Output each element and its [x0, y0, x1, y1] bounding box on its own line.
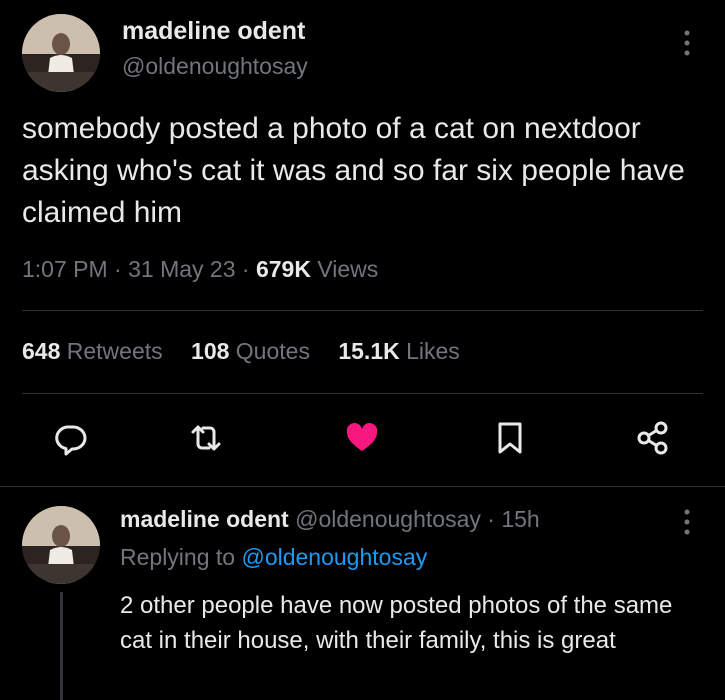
- retweets-count: 648: [22, 338, 61, 364]
- replying-to-label: Replying to: [120, 544, 236, 570]
- thread-line: [60, 592, 63, 700]
- reply-age[interactable]: 15h: [501, 506, 539, 532]
- quotes-count: 108: [191, 338, 230, 364]
- quotes-stat[interactable]: 108 Quotes: [191, 338, 310, 364]
- more-vertical-icon[interactable]: [680, 28, 694, 58]
- reply-button[interactable]: [52, 420, 88, 456]
- quotes-label: Quotes: [235, 338, 310, 364]
- divider: [22, 393, 703, 394]
- more-vertical-icon[interactable]: [680, 508, 694, 536]
- reply-author-name[interactable]: madeline odent: [120, 506, 289, 532]
- divider: [0, 486, 725, 487]
- views-count: 679K: [255, 256, 311, 282]
- avatar-image: [22, 506, 100, 584]
- reply-author-handle[interactable]: @oldenoughtosay: [295, 506, 481, 532]
- likes-label: Likes: [406, 338, 460, 364]
- likes-count: 15.1K: [338, 338, 400, 364]
- tweet-stats: 648 Retweets 108 Quotes 15.1K Likes: [22, 338, 482, 365]
- views-label: Views: [317, 256, 379, 282]
- reply-header: madeline odent @oldenoughtosay · 15h: [120, 506, 540, 533]
- bookmark-icon: [498, 422, 522, 454]
- author-handle[interactable]: @oldenoughtosay: [122, 53, 308, 80]
- retweet-button[interactable]: [188, 420, 224, 456]
- avatar-image: [22, 14, 100, 92]
- share-icon: [637, 421, 668, 455]
- reply-separator: ·: [487, 506, 495, 532]
- likes-stat[interactable]: 15.1K Likes: [338, 338, 459, 364]
- retweet-icon: [191, 425, 221, 451]
- meta-separator: ·: [114, 256, 122, 282]
- share-button[interactable]: [634, 420, 670, 456]
- like-button[interactable]: [344, 420, 380, 456]
- retweets-stat[interactable]: 648 Retweets: [22, 338, 163, 364]
- author-avatar[interactable]: [22, 14, 100, 92]
- tweet-date[interactable]: 31 May 23: [128, 256, 235, 282]
- replying-to-handle-link[interactable]: @oldenoughtosay: [241, 544, 427, 570]
- tweet-text: somebody posted a photo of a cat on next…: [22, 112, 685, 229]
- reply-text: 2 other people have now posted photos of…: [120, 592, 673, 654]
- comment-icon: [55, 425, 87, 456]
- author-name[interactable]: madeline odent: [122, 17, 305, 46]
- reply-author-avatar[interactable]: [22, 506, 100, 584]
- replying-to: Replying to @oldenoughtosay: [120, 544, 427, 571]
- retweets-label: Retweets: [66, 338, 163, 364]
- heart-icon: [346, 423, 378, 451]
- meta-separator: ·: [241, 256, 250, 282]
- bookmark-button[interactable]: [492, 420, 528, 456]
- tweet-time[interactable]: 1:07 PM: [22, 256, 108, 282]
- divider: [22, 310, 703, 311]
- tweet-meta: 1:07 PM · 31 May 23 · 679K Views: [22, 256, 378, 283]
